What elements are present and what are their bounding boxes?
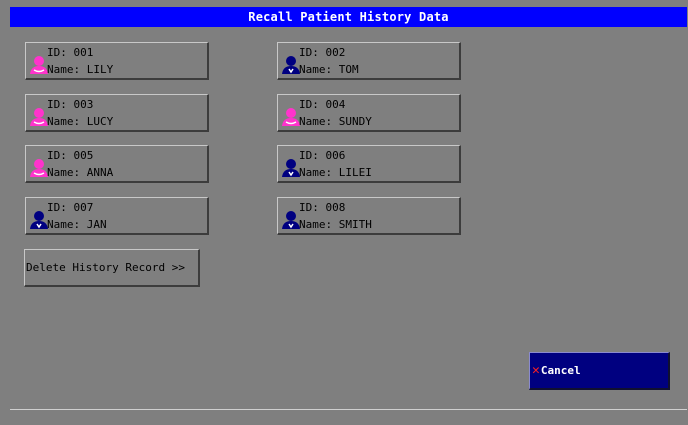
patient-card[interactable]: ID: 002 Name: TOM bbox=[277, 42, 461, 80]
patient-id: ID: 001 bbox=[47, 46, 94, 59]
patient-id: ID: 004 bbox=[299, 98, 346, 111]
cancel-label: Cancel bbox=[540, 364, 581, 377]
patient-name: Name: LILEI bbox=[299, 166, 372, 179]
patient-id: ID: 006 bbox=[299, 149, 346, 162]
patient-id: ID: 007 bbox=[47, 201, 94, 214]
patient-card[interactable]: ID: 006 Name: LILEI bbox=[277, 145, 461, 183]
patient-name: Name: TOM bbox=[299, 63, 359, 76]
patient-id: ID: 005 bbox=[47, 149, 94, 162]
patient-id: ID: 002 bbox=[299, 46, 346, 59]
delete-history-record-button[interactable]: Delete History Record >> bbox=[24, 249, 200, 287]
patient-id: ID: 008 bbox=[299, 201, 346, 214]
patient-name: Name: LILY bbox=[47, 63, 114, 76]
patient-card[interactable]: ID: 004 Name: SUNDY bbox=[277, 94, 461, 132]
patient-name: Name: LUCY bbox=[47, 115, 114, 128]
patient-name: Name: ANNA bbox=[47, 166, 114, 179]
patient-name: Name: SMITH bbox=[299, 218, 372, 231]
patient-card[interactable]: ID: 003 Name: LUCY bbox=[25, 94, 209, 132]
patient-card[interactable]: ID: 001 Name: LILY bbox=[25, 42, 209, 80]
close-icon: ✕ bbox=[532, 363, 540, 378]
patient-name: Name: JAN bbox=[47, 218, 107, 231]
patient-card[interactable]: ID: 007 Name: JAN bbox=[25, 197, 209, 235]
patient-id: ID: 003 bbox=[47, 98, 94, 111]
bottom-divider bbox=[10, 409, 687, 410]
patient-card[interactable]: ID: 008 Name: SMITH bbox=[277, 197, 461, 235]
patient-name: Name: SUNDY bbox=[299, 115, 372, 128]
cancel-button[interactable]: ✕Cancel bbox=[529, 352, 670, 390]
patient-card[interactable]: ID: 005 Name: ANNA bbox=[25, 145, 209, 183]
window-title: Recall Patient History Data bbox=[10, 7, 687, 27]
